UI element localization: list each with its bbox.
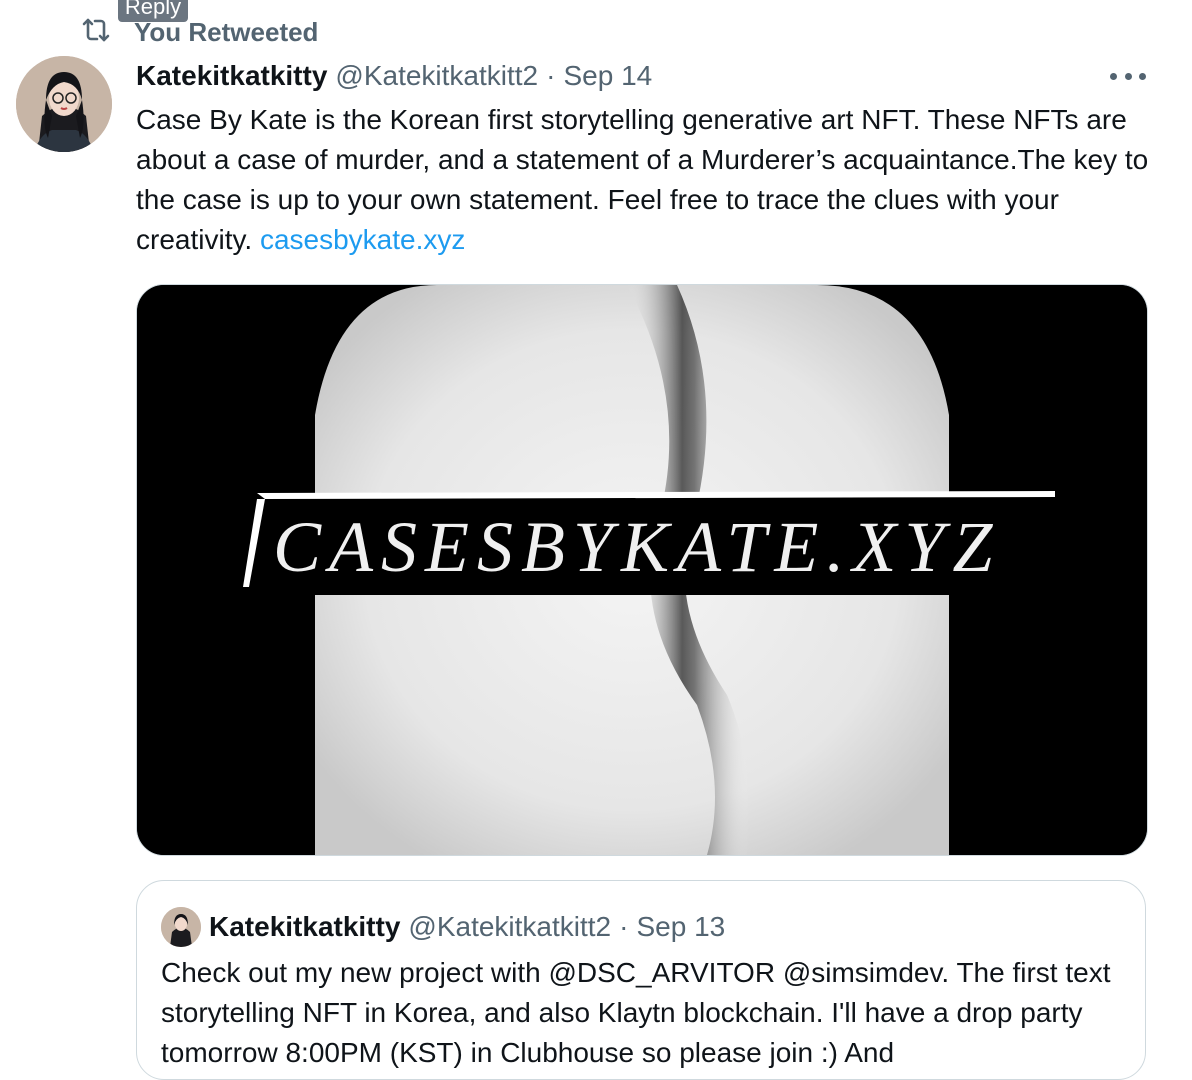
quoted-author-name[interactable]: Katekitkatkitty xyxy=(209,911,400,943)
quoted-header-separator: · xyxy=(619,911,629,942)
header-separator: · xyxy=(546,60,556,91)
quoted-author-handle[interactable]: @Katekitkatkitt2 xyxy=(408,911,611,943)
quoted-tweet-text: Check out my new project with @DSC_ARVIT… xyxy=(161,957,1111,1068)
more-icon[interactable] xyxy=(1110,62,1146,90)
quoted-author-avatar xyxy=(161,907,201,947)
retweet-label: You Retweeted xyxy=(134,16,319,47)
media-banner-text: CASESBYKATE.XYZ xyxy=(273,507,1001,587)
retweet-context: You Retweeted xyxy=(80,14,318,50)
tweet-header: Katekitkatkitty @Katekitkatkitt2 · Sep 1… xyxy=(136,56,652,96)
author-name[interactable]: Katekitkatkitty xyxy=(136,60,327,92)
tweet-text: Case By Kate is the Korean first storyte… xyxy=(136,100,1166,260)
tweet-link[interactable]: casesbykate.xyz xyxy=(260,224,465,255)
quoted-tweet-date[interactable]: Sep 13 xyxy=(636,911,725,943)
quoted-tweet[interactable]: Katekitkatkitty @Katekitkatkitt2 · Sep 1… xyxy=(136,880,1146,1080)
quoted-tweet-header: Katekitkatkitty @Katekitkatkitt2 · Sep 1… xyxy=(161,905,725,949)
author-avatar[interactable] xyxy=(16,56,112,152)
tweet-media-image[interactable]: CASESBYKATE.XYZ xyxy=(136,284,1148,856)
tweet-date[interactable]: Sep 14 xyxy=(563,60,652,92)
retweet-icon xyxy=(80,14,112,51)
author-handle[interactable]: @Katekitkatkitt2 xyxy=(335,60,538,92)
